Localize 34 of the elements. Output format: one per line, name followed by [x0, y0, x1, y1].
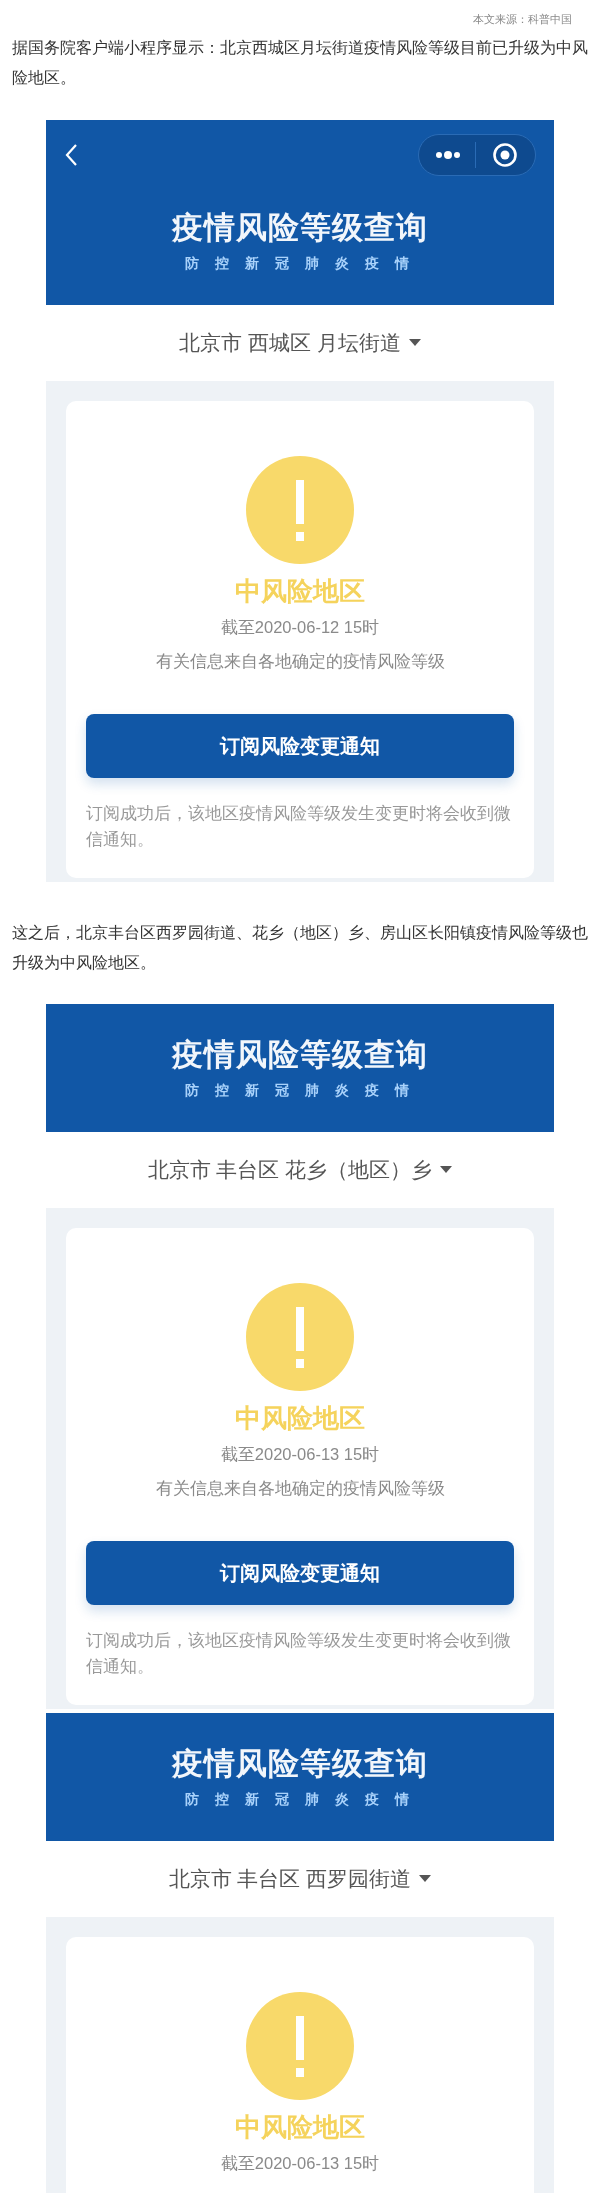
more-icon[interactable]: [435, 150, 461, 160]
subscribe-button[interactable]: 订阅风险变更通知: [86, 1541, 514, 1605]
article-paragraph: 这之后，北京丰台区西罗园街道、花乡（地区）乡、房山区长阳镇疫情风险等级也升级为中风险地区。: [11, 923, 589, 973]
source-note: 本文来源：科普中国: [473, 12, 572, 27]
app-title: 疫情风险等级查询: [172, 1036, 428, 1074]
capsule-menu[interactable]: [418, 134, 536, 176]
dropdown-caret-icon[interactable]: [408, 339, 421, 347]
location-selector[interactable]: 北京市 丰台区 西罗园街道: [168, 1863, 412, 1895]
warning-icon: [246, 1283, 354, 1391]
subscribe-note: 订阅成功后，该地区疫情风险等级发生变更时将会收到微信通知。: [86, 803, 512, 850]
app-subtitle: 防 控 新 冠 肺 炎 疫 情: [185, 1081, 415, 1100]
warning-icon: [246, 456, 354, 564]
article-paragraph: 据国务院客户端小程序显示：北京西城区月坛街道疫情风险等级目前已升级为中风险地区。: [11, 38, 589, 88]
risk-level-text: 中风险地区: [235, 575, 365, 608]
location-selector[interactable]: 北京市 丰台区 花乡（地区）乡: [147, 1154, 433, 1186]
subscribe-button[interactable]: 订阅风险变更通知: [86, 714, 514, 778]
app-title: 疫情风险等级查询: [172, 1745, 428, 1783]
app-subtitle: 防 控 新 冠 肺 炎 疫 情: [185, 1790, 415, 1809]
app-title: 疫情风险等级查询: [172, 209, 428, 247]
risk-level-text: 中风险地区: [235, 1402, 365, 1435]
location-selector[interactable]: 北京市 西城区 月坛街道: [179, 327, 401, 359]
warning-icon: [246, 1992, 354, 2100]
dropdown-caret-icon[interactable]: [440, 1166, 453, 1174]
update-time: 截至2020-06-13 15时: [220, 2153, 380, 2174]
risk-level-text: 中风险地区: [235, 2111, 365, 2144]
subscribe-note: 订阅成功后，该地区疫情风险等级发生变更时将会收到微信通知。: [86, 1630, 512, 1677]
info-text: 有关信息来自各地确定的疫情风险等级: [155, 1478, 445, 1499]
app-subtitle: 防 控 新 冠 肺 炎 疫 情: [185, 254, 415, 273]
back-icon[interactable]: [64, 143, 78, 167]
info-text: 有关信息来自各地确定的疫情风险等级: [155, 651, 445, 672]
update-time: 截至2020-06-13 15时: [220, 1444, 380, 1465]
dropdown-caret-icon[interactable]: [419, 1875, 432, 1883]
close-icon[interactable]: [492, 142, 518, 168]
update-time: 截至2020-06-12 15时: [220, 617, 380, 638]
